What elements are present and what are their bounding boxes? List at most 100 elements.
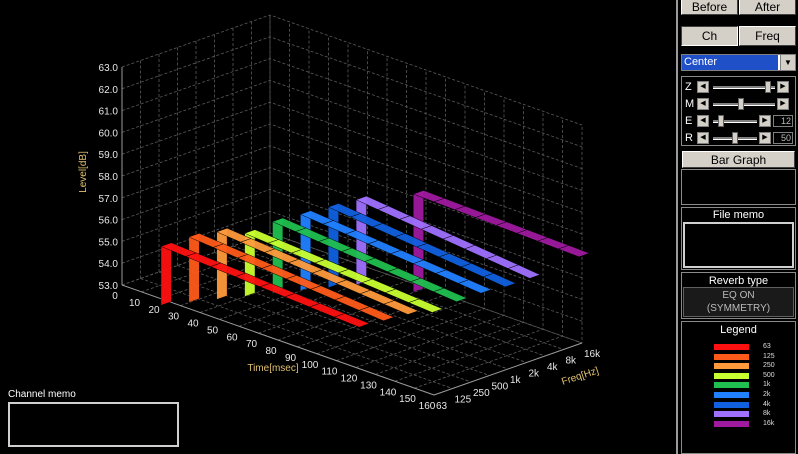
series-surface: [308, 303, 346, 318]
gridline: [121, 58, 583, 169]
series-surface: [284, 292, 321, 308]
legend-item: 500: [714, 371, 794, 380]
series-surface: [333, 313, 371, 328]
legend-label: 250: [763, 362, 775, 370]
y-tick-label: 54.0: [99, 259, 119, 270]
x-tick-label: 150: [399, 394, 416, 405]
x-tick-label: 10: [129, 298, 141, 309]
z-axis-label: Freq[Hz]: [560, 365, 600, 387]
x-tick-label: 100: [302, 360, 319, 371]
reverb-line1: EQ ON: [722, 290, 755, 301]
legend-item: 63: [714, 343, 794, 351]
legend-item: 125: [714, 352, 794, 361]
channel-select[interactable]: Center ▼: [681, 54, 796, 71]
y-tick-label: 55.0: [99, 237, 119, 248]
z-tick-label: 500: [492, 382, 509, 393]
legend-label: 16k: [763, 419, 775, 427]
legend-label: 125: [763, 352, 775, 360]
before-button[interactable]: Before: [681, 0, 738, 15]
z-tick-label: 250: [473, 388, 490, 399]
x-tick-label: 110: [322, 367, 338, 378]
y-tick-label: 58.0: [99, 172, 119, 183]
slider-value[interactable]: 50: [773, 132, 793, 144]
file-memo-field[interactable]: [683, 222, 794, 268]
slider-e: E ◀ ▶ 12: [685, 114, 795, 128]
series-wall: [188, 233, 200, 303]
legend-item: 2k: [714, 391, 794, 399]
channel-memo-label: Channel memo: [8, 389, 76, 400]
legend-label: 2k: [763, 391, 771, 398]
channel-memo-field[interactable]: [8, 402, 179, 447]
legend-swatch: [714, 344, 749, 350]
slider-label: Z: [685, 81, 692, 93]
channel-select-value: Center: [682, 55, 778, 70]
series-surface: [457, 279, 493, 294]
x-axis-label: Time[msec]: [247, 363, 299, 374]
legend-item: 8k: [714, 410, 794, 418]
after-button[interactable]: After: [739, 0, 796, 15]
series-surface: [334, 295, 371, 311]
series-wall: [160, 242, 172, 306]
legend-swatch: [714, 401, 749, 408]
x-tick-label: 20: [148, 305, 160, 316]
slider-thumb[interactable]: [765, 81, 771, 93]
slider-track[interactable]: [713, 103, 775, 106]
gridline: [121, 14, 583, 126]
x-tick-label: 40: [187, 319, 199, 330]
slider-z: Z ◀ ▶: [685, 80, 795, 94]
x-tick-label: 50: [207, 325, 219, 336]
series-surface: [209, 262, 247, 277]
z-tick-label: 2k: [529, 369, 541, 380]
x-tick-label: 0: [112, 291, 118, 302]
legend-swatch: [714, 372, 749, 379]
slider-value[interactable]: 12: [773, 115, 793, 127]
plot-area: 53.0 54.0 55.0 56.0 57.0 58.0 59.0 60.0 61.0 62.0…: [0, 0, 676, 454]
y-tick-label: 62.0: [99, 85, 119, 96]
legend-swatch: [714, 411, 749, 418]
arrow-left-icon[interactable]: ◀: [697, 115, 709, 127]
legend-swatch: [714, 353, 749, 360]
z-tick-label: 16k: [584, 349, 601, 360]
surface-chart: 53.054.055.056.057.058.059.060.061.062.0…: [78, 14, 601, 412]
y-tick-label: 61.0: [99, 107, 119, 118]
legend-item: 16k: [714, 419, 794, 428]
arrow-right-icon[interactable]: ▶: [777, 98, 789, 110]
legend-item: 4k: [714, 401, 794, 409]
x-tick-label: 60: [226, 332, 238, 343]
y-tick-label: 60.0: [99, 128, 119, 139]
slider-thumb[interactable]: [738, 98, 744, 110]
legend-item: 1k: [714, 381, 794, 389]
slider-label: R: [685, 132, 693, 144]
arrow-right-icon[interactable]: ▶: [777, 81, 789, 93]
slider-thumb[interactable]: [718, 115, 724, 127]
y-tick-label: 59.0: [99, 150, 119, 161]
gridline: [121, 79, 583, 191]
series-surface: [309, 285, 346, 301]
arrow-left-icon[interactable]: ◀: [697, 132, 709, 144]
arrow-right-icon[interactable]: ▶: [759, 115, 771, 127]
reverb-title: Reverb type: [708, 275, 769, 287]
ch-button[interactable]: Ch: [681, 26, 738, 46]
legend-swatch: [714, 420, 749, 427]
bar-graph-panel: [681, 169, 796, 205]
legend-swatch: [714, 363, 749, 370]
arrow-left-icon[interactable]: ◀: [697, 81, 709, 93]
reverb-line2: (SYMMETRY): [706, 303, 771, 314]
slider-m: M ◀ ▶: [685, 97, 795, 111]
slider-thumb[interactable]: [732, 132, 738, 144]
legend-swatch: [714, 382, 749, 389]
chevron-down-icon[interactable]: ▼: [780, 55, 795, 70]
x-tick-label: 140: [380, 387, 397, 398]
x-tick-label: 80: [265, 346, 277, 357]
series-surface: [432, 287, 468, 303]
legend-title: Legend: [720, 324, 757, 336]
bar-graph-button[interactable]: Bar Graph: [682, 151, 795, 168]
freq-button[interactable]: Freq: [739, 26, 796, 46]
arrow-left-icon[interactable]: ◀: [697, 98, 709, 110]
x-tick-label: 70: [246, 339, 258, 350]
arrow-right-icon[interactable]: ▶: [759, 132, 771, 144]
z-tick-label: 125: [455, 395, 472, 406]
x-tick-label: 130: [360, 380, 377, 391]
legend-label: 500: [763, 371, 775, 379]
reverb-display: EQ ON (SYMMETRY): [683, 287, 794, 317]
